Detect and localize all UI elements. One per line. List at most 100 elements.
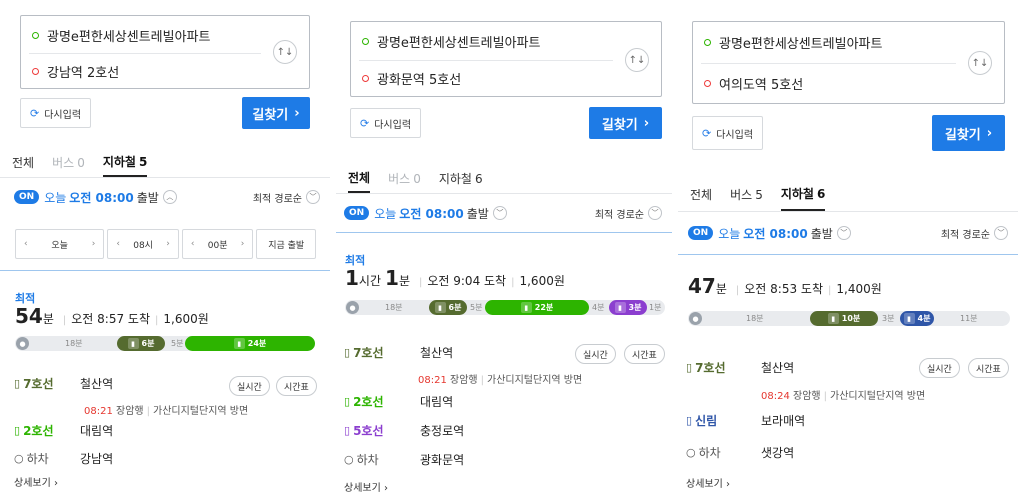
detail-link[interactable]: 상세보기 › bbox=[686, 475, 730, 490]
search-button[interactable]: 길찾기 › bbox=[242, 97, 310, 129]
departure-time: 08:21 bbox=[418, 375, 447, 386]
search-label: 길찾기 bbox=[944, 127, 981, 143]
destination-field[interactable]: 여의도역 5호선 bbox=[693, 66, 1004, 100]
duration-summary: 54 분 | 오전 8:57 도착 | 1,600원 bbox=[15, 304, 209, 328]
tab-all[interactable]: 전체 bbox=[348, 164, 371, 193]
tab-all[interactable]: 전체 bbox=[12, 148, 34, 177]
search-button[interactable]: 길찾기 › bbox=[932, 115, 1005, 151]
sort-select[interactable]: 최적 경로순 ﹀ bbox=[253, 190, 320, 205]
route-input-box: 광명e편한세상센트레빌아파트 강남역 2호선 ↑↓ bbox=[20, 15, 310, 89]
chevron-up-icon[interactable]: ︿ bbox=[162, 190, 177, 204]
separator: | bbox=[828, 285, 832, 296]
chevron-down-icon[interactable]: ﹀ bbox=[836, 226, 851, 240]
tab-bus[interactable]: 버스 0 bbox=[52, 148, 85, 177]
chevron-down-icon[interactable]: ﹀ bbox=[492, 206, 507, 220]
walk-time: 18분 bbox=[746, 314, 764, 323]
timetable-label: 시간표 bbox=[632, 350, 657, 361]
depart-now-button[interactable]: 지금 출발 bbox=[256, 229, 316, 259]
segment-time: 3분 bbox=[628, 303, 642, 312]
chevron-left-icon[interactable]: ‹ bbox=[191, 239, 195, 249]
line-sillim-label: ▯ 신림 bbox=[686, 412, 761, 429]
search-button[interactable]: 길찾기 › bbox=[589, 107, 662, 139]
station-name: 철산역 bbox=[761, 361, 795, 375]
train-icon: ▮ bbox=[127, 338, 139, 349]
swap-icon[interactable]: ↑↓ bbox=[625, 48, 649, 72]
timeline-sillim: ▮ 4분 bbox=[900, 311, 934, 326]
detail-link[interactable]: 상세보기 › bbox=[344, 479, 388, 494]
swap-icon[interactable]: ↑↓ bbox=[273, 40, 297, 64]
chevron-left-icon[interactable]: ‹ bbox=[116, 239, 120, 249]
origin-field[interactable]: 광명e편한세상센트레빌아파트 bbox=[21, 18, 309, 52]
chevron-left-icon[interactable]: ‹ bbox=[24, 239, 28, 249]
destination-field[interactable]: 광화문역 5호선 bbox=[351, 61, 661, 95]
timetable-button[interactable]: 시간표 bbox=[276, 376, 317, 396]
reset-button[interactable]: ⟳ 다시입력 bbox=[692, 116, 764, 150]
tab-all[interactable]: 전체 bbox=[690, 178, 712, 211]
sort-label: 최적 경로순 bbox=[594, 209, 644, 221]
reset-button[interactable]: ⟳ 다시입력 bbox=[20, 98, 92, 128]
swap-icon[interactable]: ↑↓ bbox=[968, 51, 992, 75]
step-transfer: ▯ 신림 보라매역 bbox=[678, 412, 1018, 429]
line-7-label: ▯ 7호선 bbox=[344, 344, 410, 361]
fare-text: 1,600원 bbox=[163, 312, 209, 326]
on-toggle[interactable]: ON bbox=[344, 206, 370, 220]
step-transfer: ▯ 2호선 대림역 bbox=[0, 422, 330, 439]
station-name: 광화문역 bbox=[420, 453, 465, 467]
train-icon: ▯ bbox=[686, 414, 693, 427]
realtime-button[interactable]: 실시간 bbox=[919, 358, 960, 378]
tab-subway[interactable]: 지하철 5 bbox=[102, 148, 148, 177]
sort-select[interactable]: 최적 경로순 ﹀ bbox=[595, 206, 662, 221]
minute-stepper[interactable]: ‹ 00분 › bbox=[181, 229, 254, 259]
day-stepper[interactable]: ‹ 오늘 › bbox=[15, 229, 105, 259]
origin-field[interactable]: 광명e편한세상센트레빌아파트 bbox=[351, 24, 661, 58]
train-icon: ▮ bbox=[827, 313, 839, 324]
tab-bus[interactable]: 버스 5 bbox=[730, 178, 763, 211]
chevron-right-icon[interactable]: › bbox=[92, 239, 96, 249]
separator: | bbox=[823, 391, 827, 402]
timetable-button[interactable]: 시간표 bbox=[968, 358, 1009, 378]
tab-bus[interactable]: 버스 0 bbox=[388, 164, 421, 193]
refresh-icon: ⟳ bbox=[702, 126, 712, 140]
station-name: 대림역 bbox=[80, 424, 114, 438]
alight-dot-icon: ○ bbox=[686, 446, 696, 459]
fare-text: 1,400원 bbox=[836, 282, 882, 296]
chevron-right-icon[interactable]: › bbox=[166, 239, 170, 249]
direction-text: 장암행 bbox=[116, 406, 144, 417]
segment-time: 6분 bbox=[141, 339, 155, 348]
destination-field[interactable]: 강남역 2호선 bbox=[21, 54, 309, 88]
route-divider bbox=[701, 63, 956, 64]
chevron-right-icon[interactable]: › bbox=[241, 239, 245, 249]
timeline-line7: ▮ 10분 bbox=[810, 311, 878, 326]
sort-select[interactable]: 최적 경로순 ﹀ bbox=[941, 226, 1008, 241]
timetable-button[interactable]: 시간표 bbox=[624, 344, 665, 364]
line-name: 7호선 bbox=[695, 361, 726, 375]
on-toggle[interactable]: ON bbox=[14, 190, 40, 204]
direction-text: 장암행 bbox=[450, 375, 478, 386]
section-divider bbox=[0, 270, 330, 271]
chevron-down-icon: ﹀ bbox=[648, 206, 662, 220]
detail-link[interactable]: 상세보기 › bbox=[14, 474, 58, 489]
tab-label: 지하철 bbox=[780, 187, 814, 201]
section-divider bbox=[336, 232, 672, 233]
tab-subway[interactable]: 지하철 6 bbox=[780, 178, 826, 211]
realtime-button[interactable]: 실시간 bbox=[575, 344, 616, 364]
detail-label: 상세보기 bbox=[344, 483, 381, 494]
line-name: 5호선 bbox=[353, 424, 384, 438]
realtime-label: 실시간 bbox=[927, 364, 952, 375]
detail-label: 상세보기 bbox=[686, 479, 723, 490]
destination-dot-icon bbox=[362, 74, 369, 82]
reset-button[interactable]: ⟳ 다시입력 bbox=[350, 108, 422, 138]
on-toggle[interactable]: ON bbox=[688, 226, 714, 240]
tab-count: 0 bbox=[413, 171, 421, 186]
line-name: 7호선 bbox=[23, 377, 54, 391]
departure-time: 08:24 bbox=[761, 391, 790, 402]
tab-subway[interactable]: 지하철 6 bbox=[439, 164, 483, 193]
chevron-down-icon: ﹀ bbox=[994, 226, 1008, 240]
hour-stepper[interactable]: ‹ 08시 › bbox=[107, 229, 179, 259]
realtime-button[interactable]: 실시간 bbox=[229, 376, 270, 396]
origin-text: 광명e편한세상센트레빌아파트 bbox=[47, 29, 211, 45]
depart-option-row: ON 오늘 오전 08:00 출발 ︿ 최적 경로순 ﹀ bbox=[0, 182, 330, 212]
minute-value: 00분 bbox=[207, 240, 228, 251]
origin-field[interactable]: 광명e편한세상센트레빌아파트 bbox=[693, 25, 1004, 59]
train-icon: ▯ bbox=[14, 377, 21, 390]
